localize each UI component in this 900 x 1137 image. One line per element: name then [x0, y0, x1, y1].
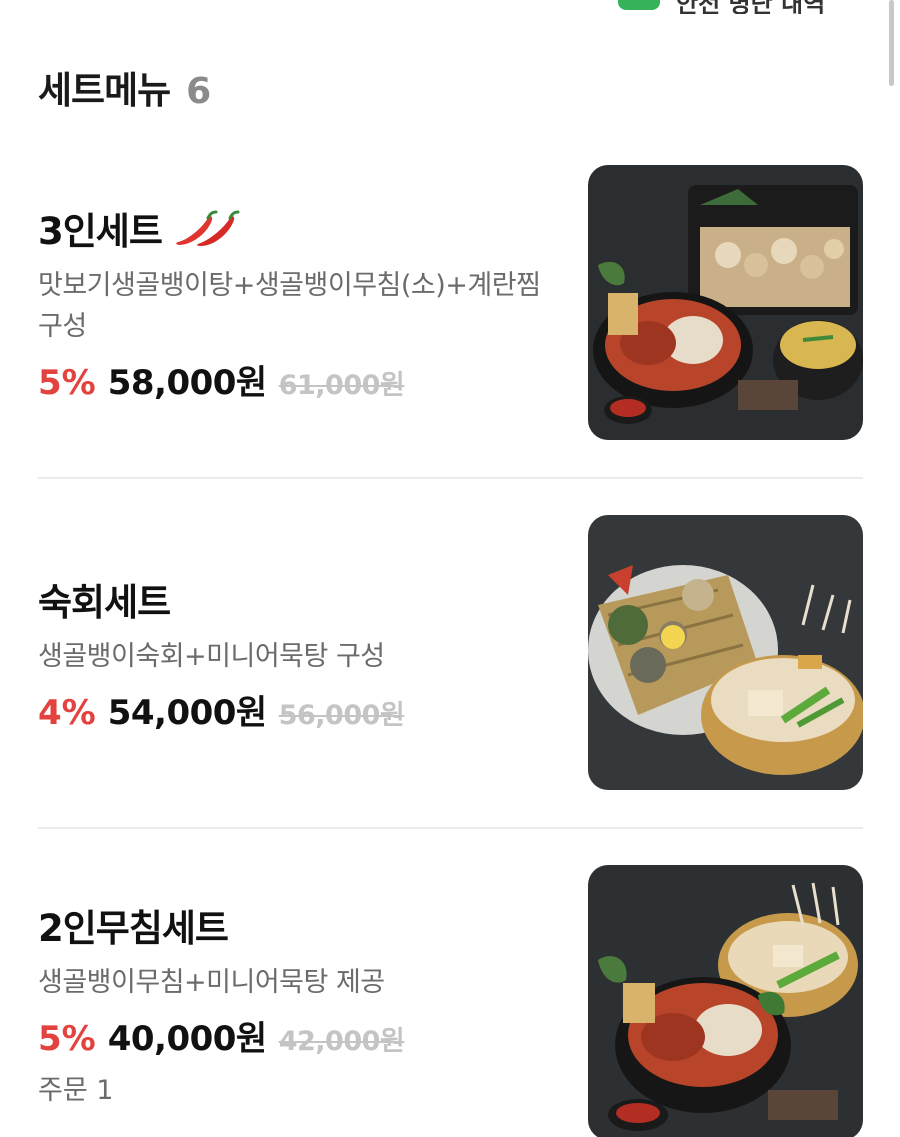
- discount-rate: 5%: [38, 363, 96, 403]
- menu-item-3-person-set[interactable]: 3인세트 맛보기생골뱅이탕+생골뱅이무침(소)+계란찜구성 5% 58,000원…: [38, 165, 863, 440]
- price-row: 5% 40,000원 42,000원: [38, 1011, 548, 1060]
- original-price: 61,000원: [278, 370, 405, 401]
- menu-item-description: 생골뱅이숙회+미니어묵탕 구성: [38, 640, 385, 672]
- chili-pepper-icon: [172, 208, 242, 248]
- status-chip-icon: [618, 0, 660, 10]
- menu-item-info: 3인세트 맛보기생골뱅이탕+생골뱅이무침(소)+계란찜구성 5% 58,000원…: [38, 165, 548, 440]
- section-title: 세트메뉴: [38, 69, 171, 112]
- menu-item-name: 숙회세트: [38, 580, 171, 624]
- price-row: 5% 58,000원 61,000원: [38, 355, 548, 404]
- section-count: 6: [186, 71, 212, 112]
- menu-item-photo[interactable]: [588, 865, 863, 1137]
- menu-item-name-row: 2인무침세트: [38, 898, 548, 952]
- menu-item-name-row: 숙회세트: [38, 572, 548, 626]
- menu-item-2-person-muchim-set[interactable]: 2인무침세트 생골뱅이무침+미니어묵탕 제공 5% 40,000원 42,000…: [38, 865, 863, 1137]
- menu-item-photo[interactable]: [588, 165, 863, 440]
- menu-item-name: 2인무침세트: [38, 907, 229, 950]
- menu-item-sukhoe-set[interactable]: 숙회세트 생골뱅이숙회+미니어묵탕 구성 4% 54,000원 56,000원: [38, 515, 863, 790]
- price-row: 4% 54,000원 56,000원: [38, 685, 548, 734]
- top-partial-text: 안전 명단 내역: [676, 0, 826, 14]
- item-divider: [38, 477, 863, 479]
- top-partial-bar: 안전 명단 내역: [0, 0, 900, 14]
- menu-item-info: 숙회세트 생골뱅이숙회+미니어묵탕 구성 4% 54,000원 56,000원: [38, 515, 548, 790]
- sale-price: 54,000원: [107, 692, 267, 733]
- section-header: 세트메뉴 6: [38, 60, 211, 114]
- menu-item-name-row: 3인세트: [38, 201, 548, 255]
- menu-item-info: 2인무침세트 생골뱅이무침+미니어묵탕 제공 5% 40,000원 42,000…: [38, 865, 548, 1137]
- menu-item-description: 생골뱅이무침+미니어묵탕 제공: [38, 967, 385, 998]
- original-price: 56,000원: [278, 699, 405, 731]
- discount-rate: 5%: [38, 1019, 96, 1059]
- menu-item-name: 3인세트: [38, 210, 163, 253]
- scrollbar[interactable]: [889, 0, 894, 86]
- item-divider: [38, 827, 863, 829]
- order-count: 주문 1: [38, 1075, 114, 1106]
- menu-item-photo[interactable]: [588, 515, 863, 790]
- original-price: 42,000원: [278, 1026, 405, 1057]
- menu-item-description: 맛보기생골뱅이탕+생골뱅이무침(소)+계란찜구성: [38, 270, 541, 342]
- sale-price: 58,000원: [107, 363, 267, 403]
- discount-rate: 4%: [38, 692, 96, 733]
- sale-price: 40,000원: [107, 1019, 267, 1059]
